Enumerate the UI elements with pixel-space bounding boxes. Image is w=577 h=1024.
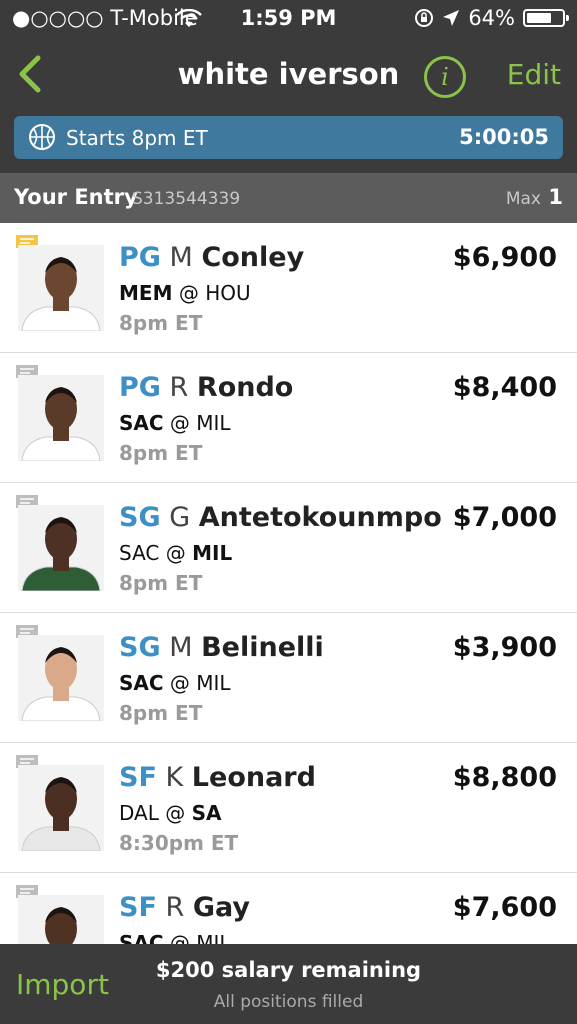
battery-icon [523, 9, 569, 27]
status-right: 64% [414, 6, 569, 30]
nav-bar: white iverson i Edit [0, 40, 577, 110]
player-photo [18, 635, 104, 721]
status-bar: ●○○○○ T-Mobile 1:59 PM 64% [0, 0, 577, 38]
countdown: 5:00:05 [459, 125, 549, 149]
entry-code: S313544339 [132, 189, 241, 209]
player-row[interactable]: PG R Rondo $8,400 SAC @ MIL 8pm ET [0, 353, 577, 483]
top-bar: ●○○○○ T-Mobile 1:59 PM 64% white iverson… [0, 0, 577, 173]
player-last-name: Conley [201, 242, 305, 273]
at-sign: @ [169, 931, 190, 944]
player-photo [18, 245, 104, 331]
player-photo [18, 375, 104, 461]
away-team: SAC [119, 541, 160, 565]
info-icon[interactable]: i [424, 56, 466, 98]
max-label: Max [505, 189, 541, 209]
contest-timer-banner: Starts 8pm ET 5:00:05 [14, 116, 563, 159]
player-matchup: SAC @ MIL [119, 411, 231, 435]
home-team: MIL [196, 671, 231, 695]
player-position: PG [119, 372, 161, 403]
home-team: MIL [196, 931, 231, 944]
at-sign: @ [165, 541, 186, 565]
player-photo [18, 895, 104, 944]
away-team: MEM [119, 281, 173, 305]
entry-header: Your Entry S313544339 Max 1 [0, 173, 577, 223]
at-sign: @ [178, 281, 199, 305]
bottom-bar: Import $200 salary remaining All positio… [0, 944, 577, 1024]
player-name-line: SF R Gay [119, 892, 250, 923]
player-row[interactable]: SF K Leonard $8,800 DAL @ SA 8:30pm ET [0, 743, 577, 873]
player-salary: $6,900 [452, 242, 557, 273]
away-team: SAC [119, 671, 164, 695]
at-sign: @ [165, 801, 186, 825]
player-row[interactable]: SG G Antetokounmpo $7,000 SAC @ MIL 8pm … [0, 483, 577, 613]
game-time: 8pm ET [119, 441, 203, 465]
player-position: SG [119, 632, 161, 663]
player-position: SG [119, 502, 161, 533]
page-title: white iverson [177, 57, 400, 91]
positions-status: All positions filled [213, 992, 364, 1012]
home-team: HOU [205, 281, 251, 305]
player-row[interactable]: SF R Gay $7,600 SAC @ MIL 8pm ET [0, 873, 577, 944]
player-name-line: SG M Belinelli [119, 632, 324, 663]
at-sign: @ [169, 411, 190, 435]
entry-label: Your Entry [14, 185, 138, 209]
max-value: 1 [548, 185, 563, 209]
player-initial: R [165, 892, 185, 923]
player-name-line: SF K Leonard [119, 762, 316, 793]
player-photo [18, 765, 104, 851]
player-initial: G [169, 502, 191, 533]
player-name-line: PG M Conley [119, 242, 304, 273]
player-last-name: Gay [192, 892, 250, 923]
player-matchup: MEM @ HOU [119, 281, 251, 305]
game-time: 8:30pm ET [119, 831, 239, 855]
player-photo [18, 505, 104, 591]
player-salary: $7,600 [452, 892, 557, 923]
home-team: SA [191, 801, 222, 825]
player-salary: $3,900 [452, 632, 557, 663]
away-team: SAC [119, 931, 164, 944]
player-matchup: SAC @ MIL [119, 541, 232, 565]
player-row[interactable]: SG M Belinelli $3,900 SAC @ MIL 8pm ET [0, 613, 577, 743]
game-time: 8pm ET [119, 571, 203, 595]
player-name-line: SG G Antetokounmpo [119, 502, 442, 533]
location-arrow-icon [443, 10, 460, 26]
game-time: 8pm ET [119, 701, 203, 725]
player-initial: M [169, 242, 193, 273]
away-team: DAL [119, 801, 159, 825]
basketball-icon [29, 124, 55, 150]
player-position: SF [119, 892, 157, 923]
player-last-name: Leonard [191, 762, 316, 793]
player-position: SF [119, 762, 157, 793]
player-initial: R [169, 372, 189, 403]
player-salary: $7,000 [452, 502, 557, 533]
home-team: MIL [196, 411, 231, 435]
player-salary: $8,800 [452, 762, 557, 793]
battery-percent: 64% [468, 6, 515, 30]
rotation-lock-icon [415, 9, 434, 27]
player-matchup: SAC @ MIL [119, 931, 231, 944]
player-initial: K [165, 762, 184, 793]
player-list: PG M Conley $6,900 MEM @ HOU 8pm ET PG R [0, 223, 577, 944]
player-row[interactable]: PG M Conley $6,900 MEM @ HOU 8pm ET [0, 223, 577, 353]
start-time: Starts 8pm ET [66, 126, 208, 150]
player-initial: M [169, 632, 193, 663]
player-salary: $8,400 [452, 372, 557, 403]
player-name-line: PG R Rondo [119, 372, 293, 403]
game-time: 8pm ET [119, 311, 203, 335]
player-last-name: Belinelli [201, 632, 324, 663]
away-team: SAC [119, 411, 164, 435]
player-matchup: SAC @ MIL [119, 671, 231, 695]
salary-remaining: $200 salary remaining [155, 958, 422, 982]
player-matchup: DAL @ SA [119, 801, 221, 825]
player-last-name: Rondo [196, 372, 294, 403]
home-team: MIL [192, 541, 233, 565]
player-position: PG [119, 242, 161, 273]
player-last-name: Antetokounmpo [198, 502, 442, 533]
at-sign: @ [169, 671, 190, 695]
edit-button[interactable]: Edit [507, 58, 561, 91]
